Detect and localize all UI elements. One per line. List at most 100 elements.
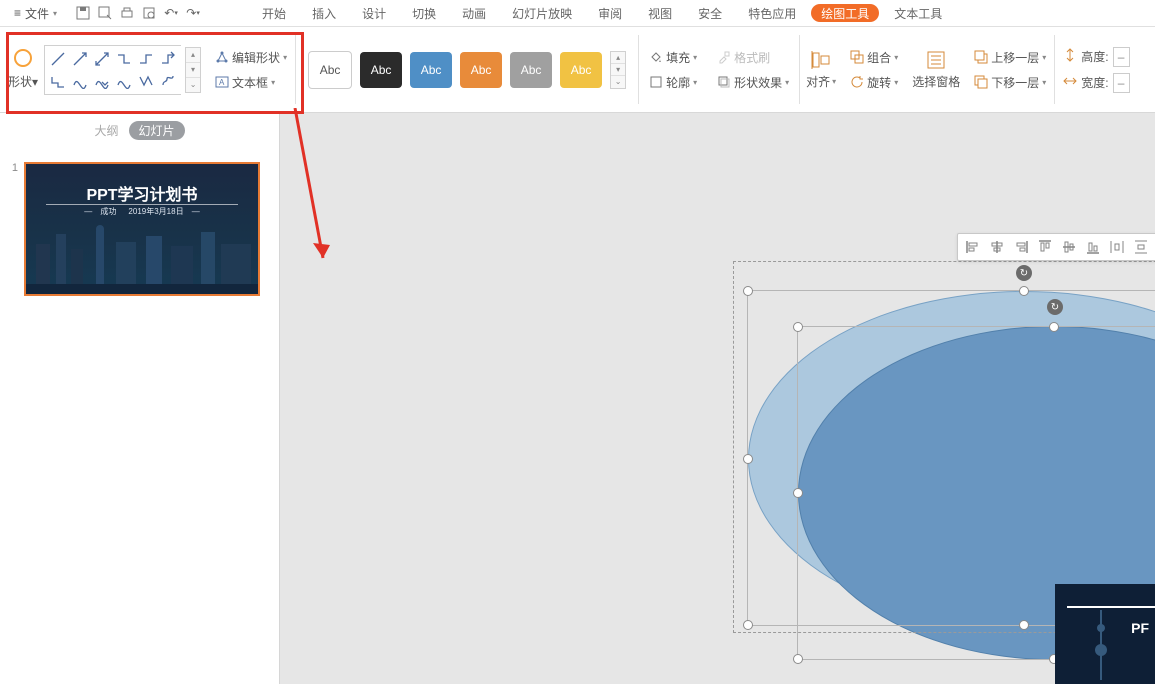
tab-insert[interactable]: 插入 (299, 0, 349, 26)
file-menu-label: 文件 (25, 5, 49, 22)
undo-icon[interactable]: ↶▾ (163, 5, 179, 21)
style-tile-2[interactable]: Abc (360, 52, 402, 88)
style-tile-6[interactable]: Abc (560, 52, 602, 88)
chevron-down-icon: ▾ (53, 9, 57, 18)
align-right-btn[interactable] (1010, 236, 1032, 258)
handle-w[interactable] (743, 454, 753, 464)
width-icon (1063, 74, 1077, 91)
ribbon-group-fill-outline: 填充▾ 轮廓▾ (639, 27, 707, 112)
distribute-v-btn[interactable] (1130, 236, 1152, 258)
svg-text:A: A (219, 78, 225, 87)
shape-gallery[interactable] (44, 45, 181, 95)
handle2-nw[interactable] (793, 322, 803, 332)
distribute-h-btn[interactable] (1106, 236, 1128, 258)
handle2-n[interactable] (1049, 322, 1059, 332)
rotate-icon (850, 75, 864, 89)
brush-icon (717, 50, 731, 64)
handle2-w[interactable] (793, 488, 803, 498)
align-center-h-btn[interactable] (986, 236, 1008, 258)
outline-btn[interactable]: 轮廓▾ (647, 73, 699, 92)
ribbon-group-shapes: 形状▾ ▴▾⌄ (0, 27, 207, 112)
shape-elbow-arrow[interactable] (159, 50, 177, 68)
tab-slideshow[interactable]: 幻灯片放映 (499, 0, 585, 26)
fill-btn[interactable]: 填充▾ (647, 48, 699, 67)
format-painter-label: 格式刷 (734, 49, 770, 66)
group-icon (850, 50, 864, 64)
handle-nw[interactable] (743, 286, 753, 296)
slide-thumbnail[interactable]: PPT学习计划书 — 成功2019年3月18日 — (24, 162, 260, 296)
tab-special-apps[interactable]: 特色应用 (735, 0, 809, 26)
selection-pane-btn[interactable]: 选择窗格 (906, 27, 966, 112)
workspace: 大纲 幻灯片 1 PPT学习计划书 — 成功2019年3月18日 — (0, 113, 1155, 684)
rotate-btn[interactable]: 旋转▾ (848, 73, 900, 92)
height-input[interactable]: – (1113, 47, 1130, 67)
save-icon[interactable] (75, 5, 91, 21)
tab-transition[interactable]: 切换 (399, 0, 449, 26)
tab-security[interactable]: 安全 (685, 0, 735, 26)
style-tile-3[interactable]: Abc (410, 52, 452, 88)
style-tile-1[interactable]: Abc (308, 51, 352, 89)
shape-curve[interactable] (71, 72, 89, 90)
slides-tab[interactable]: 幻灯片 (129, 121, 185, 140)
send-backward-icon (974, 75, 988, 89)
save-as-icon[interactable] (97, 5, 113, 21)
style-gallery-spinner[interactable]: ▴▾⌄ (610, 51, 626, 89)
handle2-sw[interactable] (793, 654, 803, 664)
edit-shape-btn[interactable]: 编辑形状▾ (213, 48, 289, 67)
align-middle-v-btn[interactable] (1058, 236, 1080, 258)
tab-home[interactable]: 开始 (249, 0, 299, 26)
align-left-btn[interactable] (962, 236, 984, 258)
text-box-btn[interactable]: A 文本框▾ (213, 73, 289, 92)
edit-points-icon (215, 50, 229, 64)
file-menu[interactable]: ≡ 文件 ▾ (0, 0, 67, 26)
shape-arrow[interactable] (71, 50, 89, 68)
shape-scribble[interactable] (159, 72, 177, 90)
tab-animation[interactable]: 动画 (449, 0, 499, 26)
width-input[interactable]: – (1113, 73, 1130, 93)
style-tile-4[interactable]: Abc (460, 52, 502, 88)
style-tile-5[interactable]: Abc (510, 52, 552, 88)
selection-pane-icon (925, 49, 947, 71)
bring-forward-icon (974, 50, 988, 64)
align-dropdown[interactable]: 对齐▾ (800, 27, 842, 112)
tab-text-tools[interactable]: 文本工具 (881, 0, 955, 26)
canvas-area[interactable]: PF (280, 113, 1155, 684)
align-top-btn[interactable] (1034, 236, 1056, 258)
edit-shape-label: 编辑形状 (232, 49, 280, 66)
bring-forward-btn[interactable]: 上移一层▾ (972, 48, 1048, 67)
ribbon: 形状▾ ▴▾⌄ 编辑形状▾ A (0, 27, 1155, 113)
shape-double-arrow[interactable] (93, 50, 111, 68)
send-backward-btn[interactable]: 下移一层▾ (972, 73, 1048, 92)
shape-effect-btn[interactable]: 形状效果▾ (715, 73, 791, 92)
width-row: 宽度: – (1063, 73, 1129, 93)
ribbon-group-format-fx: 格式刷 形状效果▾ (707, 27, 799, 112)
group-btn[interactable]: 组合▾ (848, 48, 900, 67)
align-bottom-btn[interactable] (1082, 236, 1104, 258)
fill-icon (649, 50, 663, 64)
outline-tab[interactable]: 大纲 (94, 122, 118, 139)
print-icon[interactable] (119, 5, 135, 21)
handle-sw[interactable] (743, 620, 753, 630)
shape-gallery-spinner[interactable]: ▴▾⌄ (185, 47, 201, 93)
shape-elbow[interactable] (115, 50, 133, 68)
handle-n[interactable] (1019, 286, 1029, 296)
tab-review[interactable]: 审阅 (585, 0, 635, 26)
shape-zigzag[interactable] (137, 72, 155, 90)
tab-design[interactable]: 设计 (349, 0, 399, 26)
shape-line[interactable] (49, 50, 67, 68)
redo-icon[interactable]: ↷▾ (185, 5, 201, 21)
shape-curve-double[interactable] (115, 72, 133, 90)
shapes-dropdown[interactable]: 形状▾ (8, 73, 38, 90)
rotate-handle-front[interactable] (1047, 299, 1063, 315)
print-preview-icon[interactable] (141, 5, 157, 21)
text-box-label: 文本框 (232, 74, 268, 91)
thumb-title: PPT学习计划书 (26, 181, 258, 205)
shape-step[interactable] (49, 72, 67, 90)
tab-drawing-tools[interactable]: 绘图工具 (811, 4, 879, 22)
tab-view[interactable]: 视图 (635, 0, 685, 26)
shape-elbow-2[interactable] (137, 50, 155, 68)
rotate-handle[interactable] (1016, 265, 1032, 281)
fill-label: 填充 (666, 49, 690, 66)
thumb-subtitle: — 成功2019年3月18日 — (26, 206, 258, 217)
shape-curve-arrow[interactable] (93, 72, 111, 90)
